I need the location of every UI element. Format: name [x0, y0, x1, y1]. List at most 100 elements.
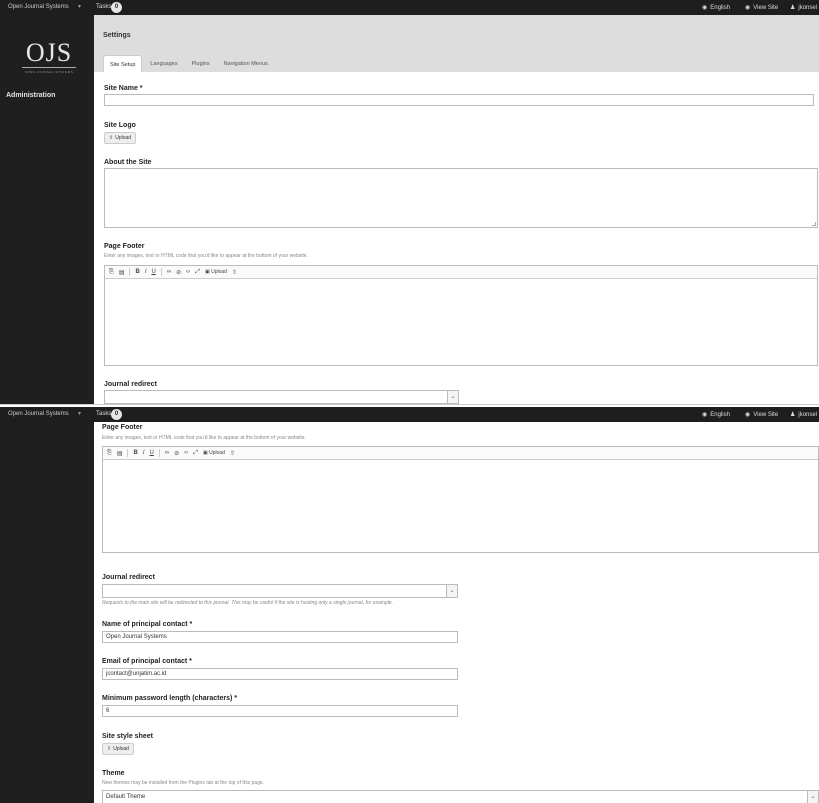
sidebar: [0, 422, 94, 803]
user-menu[interactable]: ♟ jkonsel: [790, 411, 817, 418]
settings-tabs: Site Setup Languages Plugins Navigation …: [103, 55, 276, 72]
journal-redirect-select[interactable]: ⌄: [104, 390, 459, 404]
site-name-label: Site Name *: [104, 85, 143, 92]
chevron-down-icon: ⌄: [447, 391, 458, 403]
image-icon: ▣: [204, 269, 210, 275]
code-icon[interactable]: ‹›: [186, 269, 190, 275]
contact-email-label: Email of principal contact *: [102, 658, 192, 665]
image-upload-button[interactable]: ▣ Upload: [203, 450, 225, 456]
top-bar: Open Journal Systems ▾ Tasks 0 ◉ English …: [0, 0, 819, 15]
page-footer-description: Enter any images, text or HTML code that…: [104, 253, 308, 259]
language-menu[interactable]: ◉ English: [702, 4, 730, 11]
editor-toolbar: ⎘ ▤ B I U ∞ ⊘ ‹› ⤢ ▣ Upload ⇧: [105, 266, 817, 279]
fullscreen-icon[interactable]: ⤢: [193, 450, 198, 457]
theme-label: Theme: [102, 770, 125, 777]
bold-icon[interactable]: B: [133, 450, 137, 456]
chevron-down-icon: ⌄: [446, 585, 457, 597]
page-title: Settings: [103, 32, 131, 39]
resize-handle[interactable]: [812, 222, 816, 226]
about-site-textarea[interactable]: [104, 168, 818, 228]
main-content: Settings Site Setup Languages Plugins Na…: [94, 15, 819, 404]
sidebar-item-administration[interactable]: Administration: [6, 92, 55, 99]
upload-icon: ⇧: [107, 746, 112, 752]
chevron-down-icon[interactable]: ▾: [78, 410, 81, 417]
user-icon: ♟: [790, 5, 796, 11]
eye-icon: ◉: [745, 5, 751, 11]
tab-languages[interactable]: Languages: [144, 55, 183, 72]
min-password-input[interactable]: 6: [102, 705, 458, 717]
tab-plugins[interactable]: Plugins: [186, 55, 216, 72]
stylesheet-upload-button[interactable]: ⇧ Upload: [102, 743, 135, 755]
tab-site-setup[interactable]: Site Setup: [103, 55, 143, 72]
upload-icon[interactable]: ⇧: [232, 269, 237, 276]
min-password-label: Minimum password length (characters) *: [102, 695, 237, 702]
image-icon: ▣: [202, 450, 208, 456]
page-footer-label: Page Footer: [104, 243, 145, 250]
screenshot-top: Open Journal Systems ▾ Tasks 0 ◉ English …: [0, 0, 819, 404]
copy-icon[interactable]: ⎘: [107, 450, 112, 457]
unlink-icon[interactable]: ⊘: [174, 450, 179, 457]
theme-description: New themes may be installed from the Plu…: [102, 780, 265, 786]
view-site-link[interactable]: ◉ View Site: [745, 4, 778, 11]
paste-icon[interactable]: ▤: [117, 450, 123, 457]
image-upload-button[interactable]: ▣ Upload: [205, 269, 227, 275]
contact-email-input[interactable]: jcontact@unjatim.ac.id: [102, 668, 458, 680]
copy-icon[interactable]: ⎘: [109, 269, 114, 276]
site-brand-link[interactable]: Open Journal Systems: [8, 4, 69, 10]
link-icon[interactable]: ∞: [165, 450, 169, 456]
site-logo-upload-button[interactable]: ⇧ Upload: [104, 132, 137, 144]
toolbar-separator: [129, 268, 131, 276]
eye-icon: ◉: [745, 412, 751, 418]
tasks-link[interactable]: Tasks: [96, 411, 111, 417]
toolbar-separator: [160, 268, 162, 276]
editor-toolbar: ⎘ ▤ B I U ∞ ⊘ ‹› ⤢ ▣ Upload ⇧: [103, 447, 818, 460]
theme-select[interactable]: Default Theme ⌄: [102, 790, 819, 803]
page-footer-editor[interactable]: ⎘ ▤ B I U ∞ ⊘ ‹› ⤢ ▣ Upload ⇧: [102, 446, 819, 553]
unlink-icon[interactable]: ⊘: [176, 269, 181, 276]
chevron-down-icon[interactable]: ▾: [78, 3, 81, 10]
screenshot-bottom: Open Journal Systems ▾ Tasks 0 ◉ English …: [0, 407, 819, 803]
page-footer-editor[interactable]: ⎘ ▤ B I U ∞ ⊘ ‹› ⤢ ▣ Upload ⇧: [104, 265, 818, 366]
underline-icon[interactable]: U: [152, 269, 156, 275]
upload-icon: ⇧: [109, 135, 114, 141]
stylesheet-label: Site style sheet: [102, 733, 153, 740]
ojs-logo[interactable]: OJS OPEN JOURNAL SYSTEMS: [22, 40, 76, 74]
tab-navigation-menus[interactable]: Navigation Menus: [218, 55, 274, 72]
tasks-count-badge[interactable]: 0: [111, 2, 122, 13]
main-content: Page Footer Enter any images, text or HT…: [94, 422, 819, 803]
underline-icon[interactable]: U: [150, 450, 154, 456]
chevron-down-icon: ⌄: [807, 791, 818, 803]
fullscreen-icon[interactable]: ⤢: [195, 269, 200, 276]
contact-name-label: Name of principal contact *: [102, 621, 193, 628]
user-menu[interactable]: ♟ jkonsel: [790, 4, 817, 11]
tasks-count-badge[interactable]: 0: [111, 409, 122, 420]
toolbar-separator: [158, 449, 160, 457]
page-footer-label: Page Footer: [102, 424, 143, 431]
journal-redirect-label: Journal redirect: [104, 381, 157, 388]
journal-redirect-label: Journal redirect: [102, 574, 155, 581]
site-logo-label: Site Logo: [104, 122, 136, 129]
italic-icon[interactable]: I: [143, 450, 145, 456]
page-header: Settings Site Setup Languages Plugins Na…: [94, 15, 819, 72]
globe-icon: ◉: [702, 412, 708, 418]
language-menu[interactable]: ◉ English: [702, 411, 730, 418]
contact-name-input[interactable]: Open Journal Systems: [102, 631, 458, 643]
site-name-input[interactable]: [104, 94, 814, 106]
paste-icon[interactable]: ▤: [119, 269, 125, 276]
user-icon: ♟: [790, 412, 796, 418]
journal-redirect-description: Requests to the main site will be redire…: [102, 600, 393, 606]
view-site-link[interactable]: ◉ View Site: [745, 411, 778, 418]
code-icon[interactable]: ‹›: [184, 450, 188, 456]
toolbar-separator: [127, 449, 129, 457]
sidebar: OJS OPEN JOURNAL SYSTEMS Administration: [0, 15, 94, 404]
top-bar: Open Journal Systems ▾ Tasks 0 ◉ English …: [0, 407, 819, 422]
link-icon[interactable]: ∞: [167, 269, 171, 275]
tasks-link[interactable]: Tasks: [96, 4, 111, 10]
upload-icon[interactable]: ⇧: [230, 450, 235, 457]
bold-icon[interactable]: B: [135, 269, 139, 275]
journal-redirect-select[interactable]: ⌄: [102, 584, 458, 598]
globe-icon: ◉: [702, 5, 708, 11]
about-site-label: About the Site: [104, 159, 152, 166]
site-brand-link[interactable]: Open Journal Systems: [8, 411, 69, 417]
italic-icon[interactable]: I: [145, 269, 147, 275]
